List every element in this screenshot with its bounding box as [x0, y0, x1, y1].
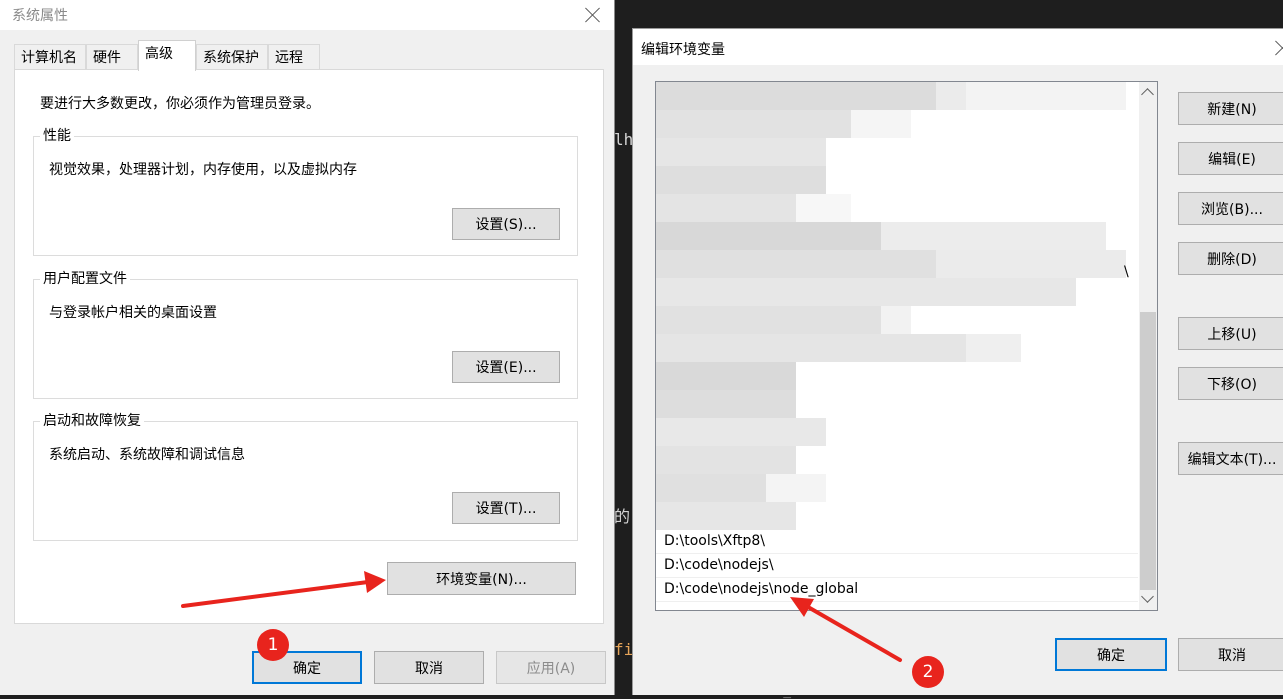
arrow-2	[790, 597, 902, 662]
step-badge-1: 1	[257, 629, 289, 661]
step-badge-2: 2	[912, 656, 944, 688]
arrow-1	[181, 571, 386, 608]
tab-advanced[interactable]: 高级	[138, 40, 196, 71]
annotation-arrows	[181, 571, 902, 662]
